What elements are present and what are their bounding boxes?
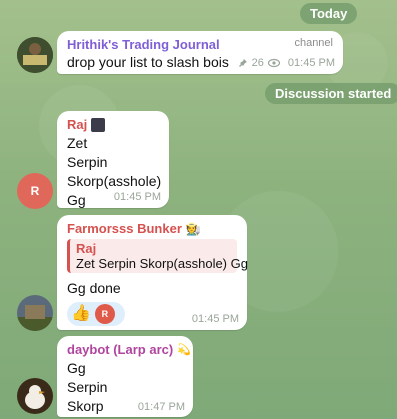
view-count: 26 — [251, 57, 264, 69]
farm-message-time: 01:45 PM — [191, 313, 239, 325]
daybot-sender-name[interactable]: daybot (Larp arc) 💫 — [67, 342, 191, 357]
raj-line-2: Serpin — [67, 154, 108, 170]
daybot-avatar[interactable] — [17, 378, 53, 414]
farm-message-bubble[interactable]: Farmorsss Bunker 🧑‍🌾 Raj Zet Serpin Skor… — [57, 215, 248, 330]
daybot-name-text: daybot (Larp arc) — [67, 342, 174, 357]
channel-post-meta: 26 01:45 PM — [238, 57, 335, 69]
eye-icon — [267, 58, 280, 68]
farm-name-text: Farmorsss Bunker — [67, 221, 182, 236]
channel-avatar[interactable] — [17, 37, 53, 73]
reply-sender: Raj — [76, 241, 97, 256]
daybot-line-1: Gg — [67, 360, 86, 376]
raj-sender-name[interactable]: Raj — [67, 117, 159, 132]
farmer-emoji-icon: 🧑‍🌾 — [185, 221, 201, 236]
channel-post-text: drop your list to slash bois — [67, 54, 229, 70]
farm-avatar[interactable] — [17, 295, 53, 331]
raj-avatar[interactable]: R — [17, 173, 53, 209]
reaction-avatar: R — [94, 304, 115, 324]
raj-message-bubble[interactable]: Raj Zet Serpin Skorp(asshole) Gg 01:45 P… — [57, 111, 169, 208]
farm-message-text: Gg done — [67, 280, 121, 296]
raj-name-text: Raj — [67, 117, 88, 132]
channel-post-bubble[interactable]: Hrithik's Trading Journal channel drop y… — [57, 31, 343, 74]
raj-message-time: 01:45 PM — [113, 191, 161, 203]
raj-avatar-letter: R — [30, 184, 40, 198]
reaction-chip[interactable]: 👍 R — [67, 302, 125, 326]
sparkle-emoji-icon: 💫 — [177, 344, 191, 356]
daybot-message-time: 01:47 PM — [137, 401, 185, 413]
daybot-message-bubble[interactable]: daybot (Larp arc) 💫 Gg Serpin Skorp 01:4… — [57, 336, 193, 417]
daybot-line-2: Serpin — [67, 379, 108, 395]
reply-text: Zet Serpin Skorp(asshole) Gg — [76, 256, 248, 271]
pin-icon — [238, 59, 247, 67]
date-separator: Today — [300, 3, 358, 24]
raj-line-3: Skorp(asshole) — [67, 173, 162, 189]
avatar-image-icon — [91, 117, 106, 132]
channel-post-time: 01:45 PM — [287, 57, 335, 69]
channel-tag: channel — [294, 37, 333, 49]
farm-sender-name[interactable]: Farmorsss Bunker 🧑‍🌾 — [67, 221, 237, 236]
channel-sender-name[interactable]: Hrithik's Trading Journal — [67, 37, 333, 52]
reply-preview[interactable]: Raj Zet Serpin Skorp(asshole) Gg — [67, 239, 248, 273]
thumbs-up-icon: 👍 — [71, 305, 91, 322]
raj-line-1: Zet — [67, 135, 88, 151]
discussion-started-notice: Discussion started — [265, 83, 397, 104]
